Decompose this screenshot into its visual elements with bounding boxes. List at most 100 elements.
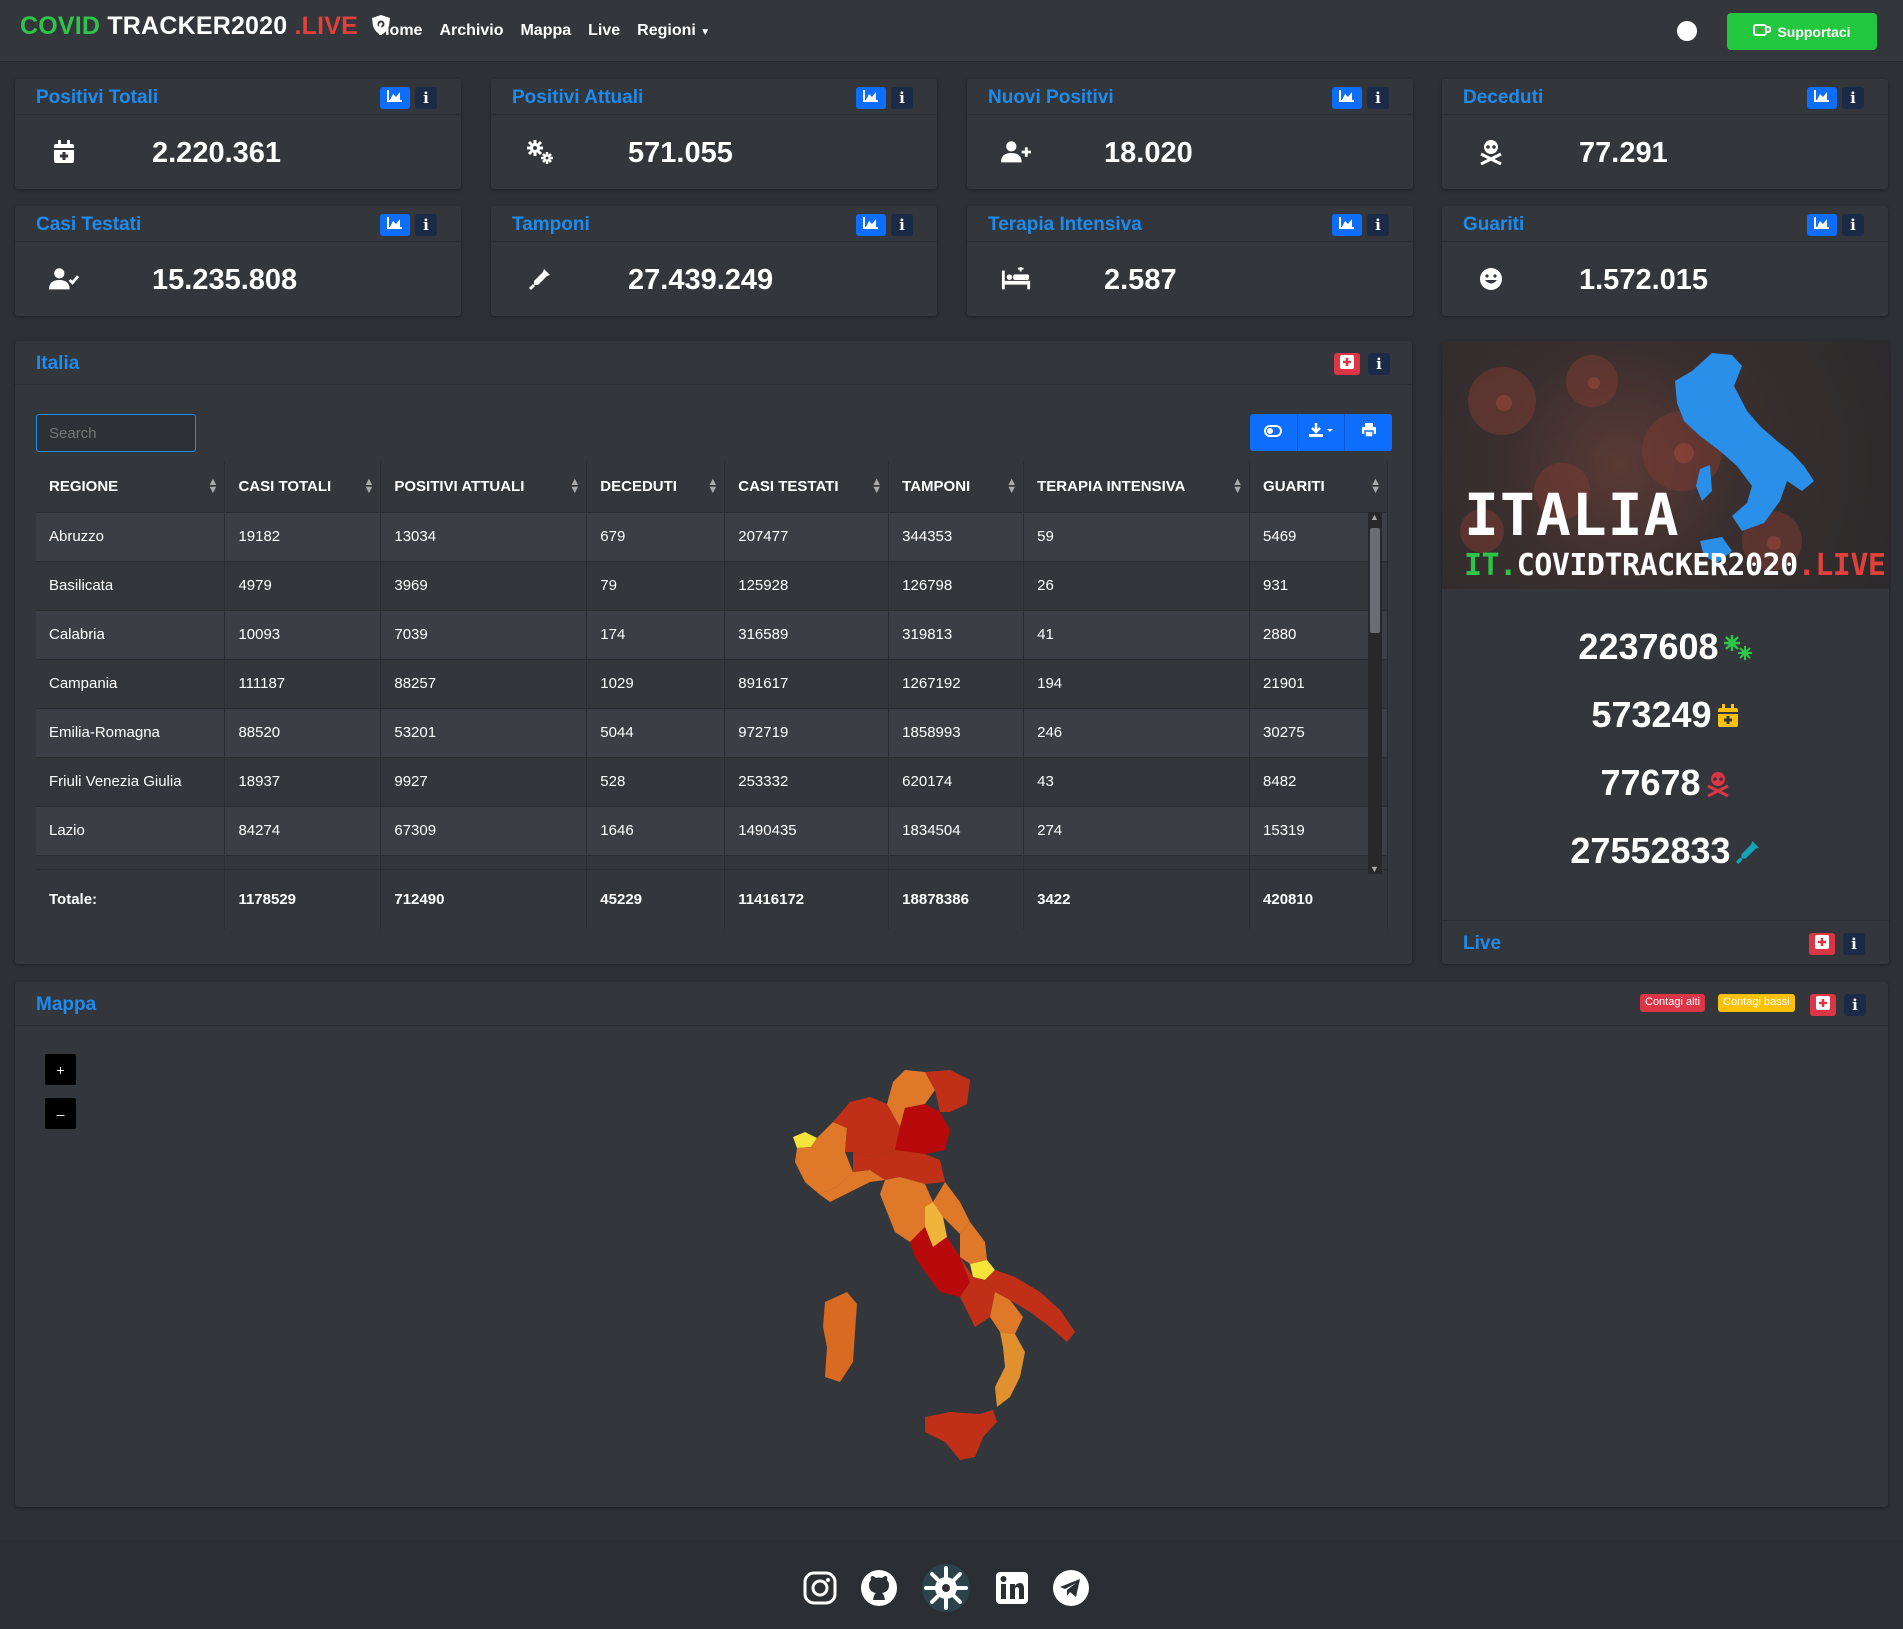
stat-title: Casi Testati xyxy=(36,214,142,235)
info-button[interactable]: i xyxy=(1368,353,1390,375)
print-button[interactable] xyxy=(1345,414,1392,451)
table-row: Emilia-Romagna 88520 53201 5044 972719 185899… xyxy=(36,707,1388,757)
chart-button[interactable] xyxy=(1807,214,1837,236)
table-row: Lazio 84274 67309 1646 1490435 1834504 274 1531… xyxy=(36,805,1388,855)
expand-button[interactable] xyxy=(1334,353,1360,375)
area-chart-icon xyxy=(1814,216,1830,234)
support-button[interactable]: Supportaci xyxy=(1727,13,1877,50)
stat-value: 2.587 xyxy=(1104,264,1177,296)
banner-sub-prefix: IT. xyxy=(1464,548,1517,583)
legend-high-badge: Contagi alti xyxy=(1640,994,1706,1012)
column-header[interactable]: TAMPONI ▲ ▼ xyxy=(888,461,1025,512)
export-button[interactable] xyxy=(1298,414,1346,451)
cell: 30275 xyxy=(1249,707,1388,757)
live-title: Live xyxy=(1463,933,1502,954)
gears-icon xyxy=(525,137,555,167)
live-value: 77678 xyxy=(1600,762,1701,803)
virus-icon[interactable] xyxy=(920,1562,972,1619)
cell: 194 xyxy=(1023,658,1251,708)
cell: 18937 xyxy=(224,756,382,806)
telegram-icon[interactable] xyxy=(1052,1569,1090,1612)
cell: 125928 xyxy=(724,560,890,610)
cell: 21901 xyxy=(1249,658,1388,708)
chart-button[interactable] xyxy=(380,214,410,236)
column-header[interactable]: POSITIVI ATTUALI ▲ ▼ xyxy=(380,461,588,512)
stat-card-deceduti: Deceduti i 77.291 xyxy=(1442,79,1888,189)
cell: 274 xyxy=(1023,805,1251,855)
instagram-icon[interactable] xyxy=(802,1570,838,1611)
column-header[interactable]: CASI TOTALI ▲ ▼ xyxy=(224,461,382,512)
zoom-out-button[interactable]: – xyxy=(45,1098,76,1129)
stat-card-tamponi: Tamponi i 27.439.249 xyxy=(491,206,937,316)
stat-card-positivi-attuali: Positivi Attuali i 571.055 xyxy=(491,79,937,189)
expand-button[interactable] xyxy=(1810,994,1836,1016)
nav-mappa[interactable]: Mappa xyxy=(520,22,571,40)
chart-button[interactable] xyxy=(856,87,886,109)
column-header[interactable]: DECEDUTI ▲ ▼ xyxy=(586,461,726,512)
live-value: 27552833 xyxy=(1570,830,1731,871)
info-button[interactable]: i xyxy=(1842,214,1864,236)
scrollbar-thumb[interactable] xyxy=(1370,528,1380,633)
column-header[interactable]: GUARITI ▲ ▼ xyxy=(1249,461,1388,512)
chart-button[interactable] xyxy=(1332,87,1362,109)
italy-choropleth-map[interactable] xyxy=(775,1042,1175,1462)
plus-square-icon xyxy=(1816,995,1830,1015)
hospital-bed-icon xyxy=(1001,264,1031,294)
toggle-columns-button[interactable] xyxy=(1250,414,1298,451)
info-button[interactable]: i xyxy=(1367,214,1389,236)
banner-subtitle: IT.COVIDTRACKER2020.LIVE xyxy=(1464,548,1886,583)
cell: Calabria xyxy=(36,609,226,659)
cell: 1029 xyxy=(586,658,726,708)
zoom-in-button[interactable]: + xyxy=(45,1054,76,1085)
github-icon[interactable] xyxy=(860,1569,898,1612)
nav-archivio[interactable]: Archivio xyxy=(439,22,503,40)
cell: 43 xyxy=(1023,756,1251,806)
cell: 319813 xyxy=(888,609,1025,659)
linkedin-icon[interactable] xyxy=(994,1570,1030,1611)
brand-logo[interactable]: COVID TRACKER2020 .LIVE xyxy=(20,12,391,41)
cell: 10093 xyxy=(224,609,382,659)
cell: 126798 xyxy=(888,560,1025,610)
info-button[interactable]: i xyxy=(891,87,913,109)
nav-live[interactable]: Live xyxy=(588,22,620,40)
info-button[interactable]: i xyxy=(891,214,913,236)
cell: 88257 xyxy=(380,658,588,708)
info-button[interactable]: i xyxy=(1842,87,1864,109)
area-chart-icon xyxy=(387,89,403,107)
cell: 246 xyxy=(1023,707,1251,757)
theme-toggle[interactable] xyxy=(1677,21,1697,41)
chart-button[interactable] xyxy=(856,214,886,236)
chart-button[interactable] xyxy=(380,87,410,109)
caret-down-icon: ▼ xyxy=(700,27,711,38)
scroll-up-icon[interactable]: ▲ xyxy=(1370,512,1379,522)
cell: 11416172 xyxy=(724,868,890,929)
expand-button[interactable] xyxy=(1809,933,1835,955)
search-input[interactable] xyxy=(36,414,196,452)
nav-home[interactable]: Home xyxy=(378,22,422,40)
info-button[interactable]: i xyxy=(1367,87,1389,109)
nav-regioni-dropdown[interactable]: Regioni ▼ xyxy=(637,22,710,40)
info-button[interactable]: i xyxy=(415,214,437,236)
column-header[interactable]: TERAPIA INTENSIVA ▲ ▼ xyxy=(1023,461,1251,512)
cell: 5469 xyxy=(1249,511,1388,561)
chart-button[interactable] xyxy=(1332,214,1362,236)
stat-title: Positivi Totali xyxy=(36,87,159,108)
sort-icon: ▲ ▼ xyxy=(1232,476,1244,496)
banner-sub-suffix: .LIVE xyxy=(1797,548,1886,583)
cell: 344353 xyxy=(888,511,1025,561)
stat-title: Tamponi xyxy=(512,214,590,235)
user-check-icon xyxy=(49,264,79,294)
info-button[interactable]: i xyxy=(1844,994,1866,1016)
column-header[interactable]: CASI TESTATI ▲ ▼ xyxy=(724,461,890,512)
cell: 3969 xyxy=(380,560,588,610)
info-button[interactable]: i xyxy=(1843,933,1865,955)
column-header[interactable]: REGIONE ▲ ▼ xyxy=(36,461,226,512)
scroll-down-icon[interactable]: ▼ xyxy=(1370,864,1379,874)
info-button[interactable]: i xyxy=(415,87,437,109)
cell: 891617 xyxy=(724,658,890,708)
cell: 972719 xyxy=(724,707,890,757)
chart-button[interactable] xyxy=(1807,87,1837,109)
table-scrollbar[interactable]: ▲ ▼ xyxy=(1368,512,1382,874)
stat-title: Terapia Intensiva xyxy=(988,214,1142,235)
column-label: POSITIVI ATTUALI xyxy=(394,477,525,495)
